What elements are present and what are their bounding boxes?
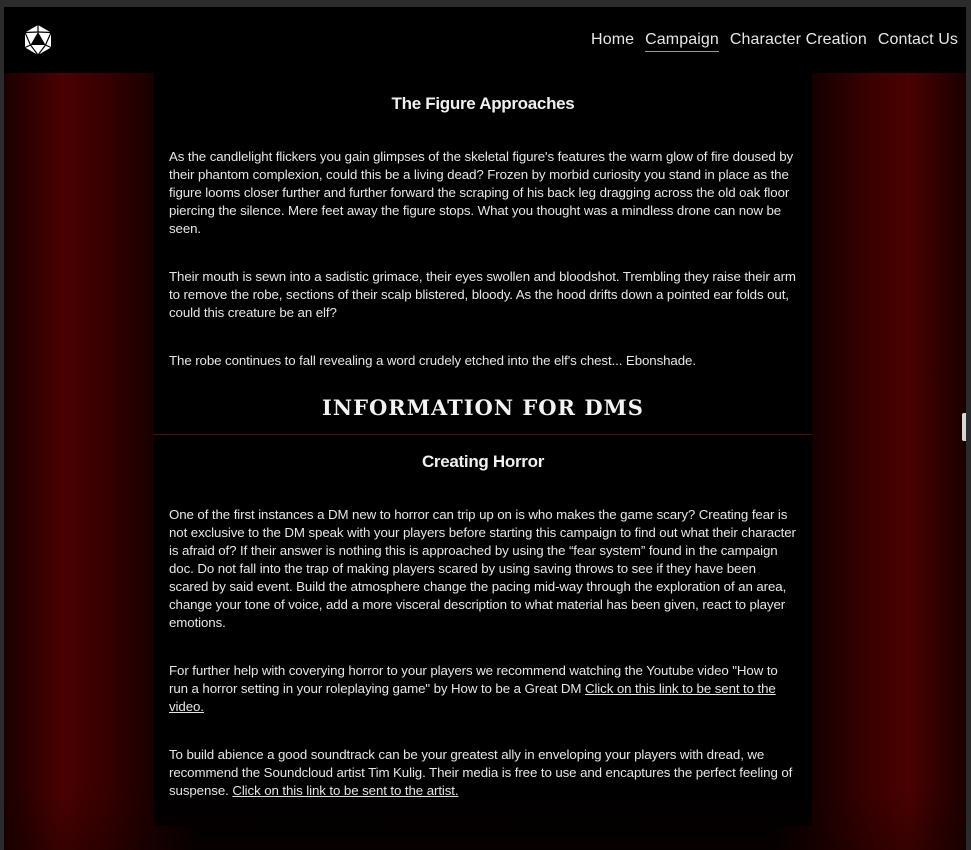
main-nav: Home Campaign Character Creation Contact…: [591, 31, 958, 52]
creating-horror-section: Creating Horror One of the first instanc…: [154, 435, 812, 800]
nav-character-creation-link[interactable]: Character Creation: [730, 31, 867, 52]
horror-paragraph: One of the first instances a DM new to h…: [169, 507, 796, 630]
nav-contact-us-link[interactable]: Contact Us: [878, 31, 958, 52]
horror-video-paragraph: For further help with coverying horror t…: [169, 662, 797, 716]
story-paragraph: The robe continues to fall revealing a w…: [169, 353, 696, 368]
story-title: The Figure Approaches: [391, 94, 575, 113]
main-content: The Figure Approaches As the candlelight…: [154, 73, 812, 826]
soundtrack-paragraph: To build abience a good soundtrack can b…: [169, 746, 797, 800]
story-paragraph: As the candlelight flickers you gain gli…: [169, 149, 794, 236]
artist-link[interactable]: Click on this link to be sent to the art…: [232, 783, 458, 798]
d20-dice-icon[interactable]: [22, 24, 54, 56]
nav-home-link[interactable]: Home: [591, 31, 634, 52]
browser-viewport: Home Campaign Character Creation Contact…: [4, 7, 966, 850]
nav-campaign-link[interactable]: Campaign: [645, 31, 719, 52]
scrollbar-thumb[interactable]: [962, 413, 966, 441]
story-paragraph: Their mouth is sewn into a sadistic grim…: [169, 269, 796, 320]
creating-horror-title: Creating Horror: [421, 452, 545, 471]
top-navbar: Home Campaign Character Creation Contact…: [4, 7, 966, 73]
story-section: The Figure Approaches As the candlelight…: [154, 73, 812, 370]
dm-info-heading: INFORMATION FOR DMS: [154, 395, 812, 435]
